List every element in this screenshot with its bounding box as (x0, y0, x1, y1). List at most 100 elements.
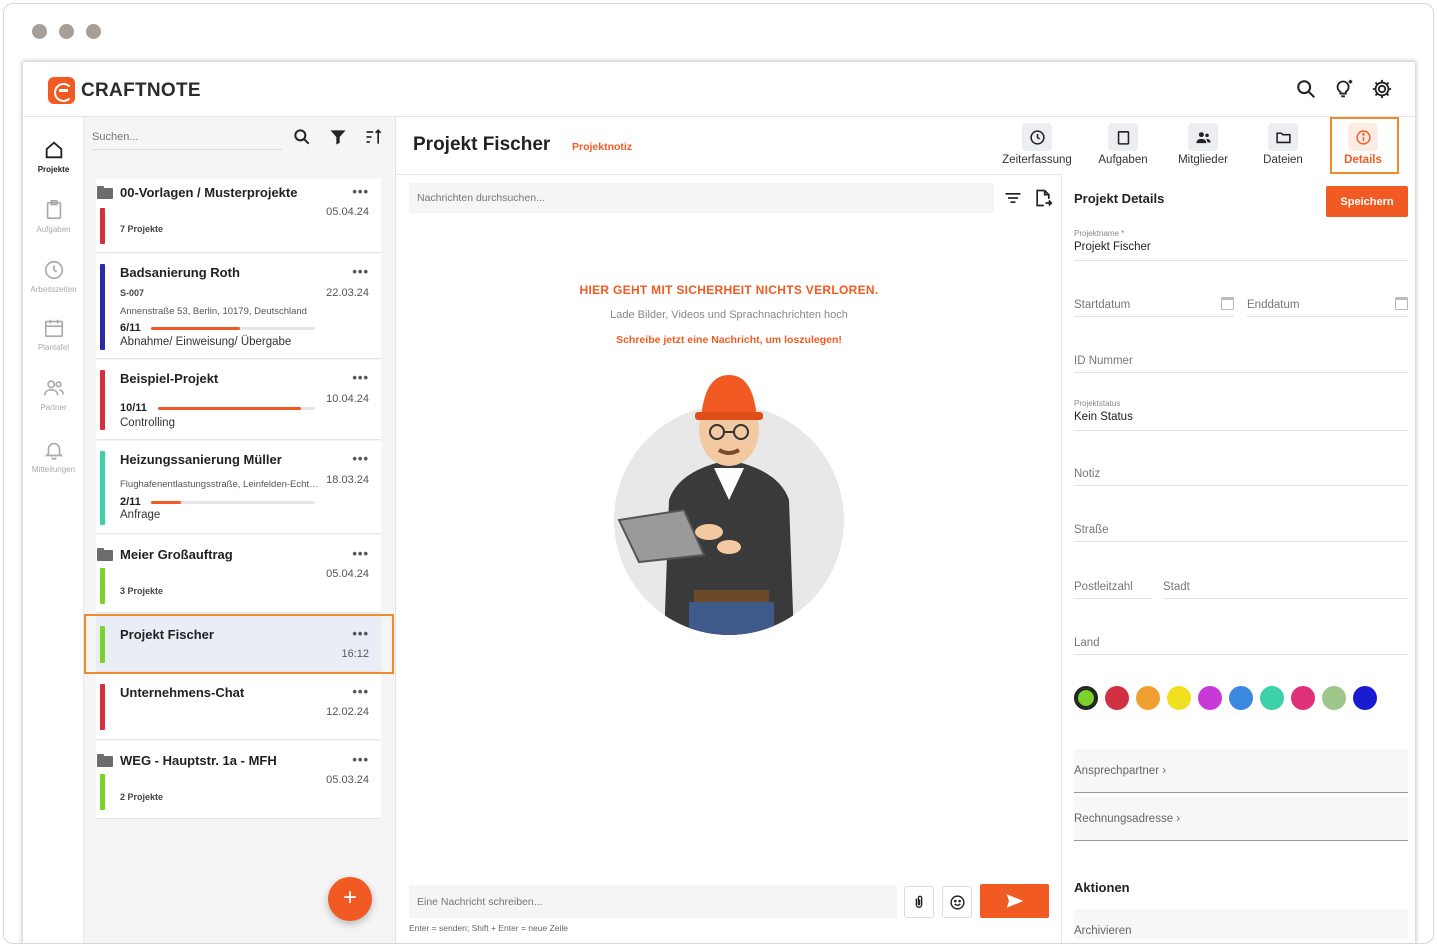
id-number-field[interactable]: ID Nummer (1074, 355, 1408, 373)
project-card[interactable]: Beispiel-Projekt ••• 10.04.24 10/11 Cont… (96, 360, 381, 440)
more-options-icon[interactable]: ••• (352, 684, 369, 699)
project-card[interactable]: Heizungssanierung Müller ••• 18.03.24 Fl… (96, 441, 381, 534)
project-card[interactable]: Badsanierung Roth ••• 22.03.24 S-007 Ann… (96, 254, 381, 359)
color-swatch[interactable] (1105, 686, 1129, 710)
search-icon[interactable] (292, 127, 312, 147)
folder-icon (1275, 131, 1291, 143)
emoji-button[interactable] (942, 886, 972, 918)
progress-count: 2/11 (120, 496, 141, 508)
more-options-icon[interactable]: ••• (352, 626, 369, 641)
billing-address-section[interactable]: Rechnungsadresse › (1074, 797, 1408, 841)
project-address: Flughafenentlastungsstraße, Leinfelden-E… (120, 479, 320, 490)
more-options-icon[interactable]: ••• (352, 451, 369, 466)
save-button[interactable]: Speichern (1326, 186, 1408, 217)
color-swatch[interactable] (1291, 686, 1315, 710)
project-search (84, 117, 396, 157)
nav-item-partner[interactable]: Partner (23, 377, 84, 412)
color-swatch[interactable] (1167, 686, 1191, 710)
country-field[interactable]: Land (1074, 637, 1408, 655)
project-card[interactable]: 00-Vorlagen / Musterprojekte ••• 05.04.2… (96, 179, 381, 253)
bell-icon (44, 442, 63, 460)
project-card[interactable]: Meier Großauftrag ••• 05.04.24 3 Projekt… (96, 535, 381, 613)
progress-count: 10/11 (120, 402, 147, 414)
end-date-field[interactable]: Enddatum (1247, 297, 1408, 317)
page-subtitle[interactable]: Projektnotiz (572, 141, 632, 153)
city-field[interactable]: Stadt (1163, 581, 1408, 599)
tab-zeiterfassung[interactable]: Zeiterfassung (997, 123, 1077, 166)
nav-item-plantafel[interactable]: Plantafel (23, 317, 84, 352)
project-title: WEG - Hauptstr. 1a - MFH (120, 753, 277, 768)
color-swatch[interactable] (1322, 686, 1346, 710)
note-field[interactable]: Notiz (1074, 468, 1408, 486)
file-export-icon[interactable] (1033, 187, 1053, 209)
color-swatch[interactable] (1198, 686, 1222, 710)
logo[interactable]: CRAFTNOTE (48, 77, 201, 104)
project-card[interactable]: Unternehmens-Chat ••• 12.02.24 (96, 674, 381, 740)
contact-person-section[interactable]: Ansprechpartner › (1074, 749, 1408, 793)
search-icon[interactable] (1295, 78, 1317, 100)
filter-icon[interactable] (328, 127, 348, 147)
nav-rail: Projekte Aufgaben Arbeitszeiten Plantafe… (23, 117, 84, 943)
color-picker (1074, 686, 1377, 710)
nav-item-projekte[interactable]: Projekte (23, 139, 84, 174)
project-status-field[interactable]: Projektstatus Kein Status (1074, 399, 1408, 431)
calendar-icon[interactable] (1221, 297, 1234, 310)
project-date: 12.02.24 (326, 706, 369, 718)
color-swatch[interactable] (1353, 686, 1377, 710)
tab-dateien[interactable]: Dateien (1243, 123, 1323, 166)
empty-state-cta: Schreibe jetzt eine Nachricht, um loszul… (616, 334, 842, 346)
project-title: Heizungssanierung Müller (120, 452, 282, 467)
paperclip-icon (915, 895, 923, 908)
project-search-input[interactable] (92, 124, 282, 150)
project-card[interactable]: WEG - Hauptstr. 1a - MFH ••• 05.03.24 2 … (96, 741, 381, 819)
progress-bar (151, 501, 315, 504)
more-options-icon[interactable]: ••• (352, 184, 369, 199)
send-button[interactable] (980, 884, 1049, 918)
street-field[interactable]: Straße (1074, 524, 1408, 542)
calendar-icon[interactable] (1395, 297, 1408, 310)
zip-field[interactable]: Postleitzahl (1074, 581, 1152, 599)
color-swatch-selected[interactable] (1074, 686, 1098, 710)
nav-item-aufgaben[interactable]: Aufgaben (23, 199, 84, 234)
project-card-selected[interactable]: Projekt Fischer ••• 16:12 (96, 616, 381, 672)
project-name-field[interactable]: Projektname * Projekt Fischer (1074, 229, 1408, 261)
more-options-icon[interactable]: ••• (352, 546, 369, 561)
add-project-button[interactable]: + (328, 877, 372, 921)
sort-icon[interactable] (364, 127, 384, 147)
project-color-bar (100, 774, 105, 810)
project-subcount: 7 Projekte (120, 224, 164, 234)
project-title: Meier Großauftrag (120, 547, 233, 562)
project-title: Unternehmens-Chat (120, 685, 245, 700)
clipboard-icon (1117, 130, 1129, 145)
window-zoom-dot[interactable] (86, 24, 101, 39)
folder-icon (97, 548, 113, 561)
nav-item-arbeitszeiten[interactable]: Arbeitszeiten (23, 259, 84, 294)
message-input[interactable] (409, 885, 897, 918)
window-minimize-dot[interactable] (59, 24, 74, 39)
message-search-input[interactable] (409, 183, 994, 213)
project-title: 00-Vorlagen / Musterprojekte (120, 185, 298, 200)
start-date-field[interactable]: Startdatum (1074, 297, 1234, 317)
more-options-icon[interactable]: ••• (352, 370, 369, 385)
project-subcount: 3 Projekte (120, 586, 164, 596)
progress-fill (151, 327, 241, 330)
gear-icon[interactable] (1371, 78, 1393, 100)
archive-button[interactable]: Archivieren (1074, 909, 1408, 939)
tab-mitglieder[interactable]: Mitglieder (1163, 123, 1243, 166)
filter-lines-icon[interactable] (1003, 187, 1023, 209)
color-swatch[interactable] (1229, 686, 1253, 710)
smiley-icon (949, 894, 965, 910)
more-options-icon[interactable]: ••• (352, 752, 369, 767)
lightbulb-icon[interactable] (1333, 78, 1355, 100)
more-options-icon[interactable]: ••• (352, 264, 369, 279)
color-swatch[interactable] (1260, 686, 1284, 710)
attach-button[interactable] (904, 886, 934, 918)
project-date: 18.03.24 (326, 474, 369, 486)
project-address: Annenstraße 53, Berlin, 10179, Deutschla… (120, 306, 307, 317)
calendar-icon (44, 319, 63, 338)
color-swatch[interactable] (1136, 686, 1160, 710)
window-close-dot[interactable] (32, 24, 47, 39)
craftsman-illustration (614, 375, 844, 635)
tab-aufgaben[interactable]: Aufgaben (1083, 123, 1163, 166)
nav-item-mitteilungen[interactable]: Mitteilungen (23, 439, 84, 474)
